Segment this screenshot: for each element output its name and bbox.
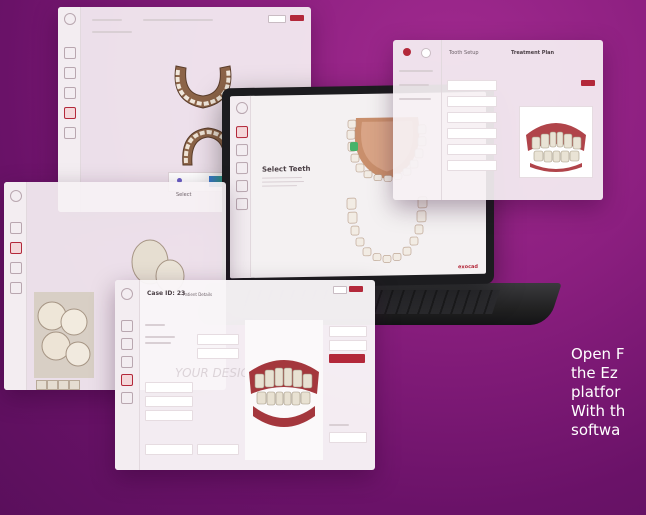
tool-icon-active[interactable] <box>10 242 22 254</box>
logo-icon <box>64 13 76 25</box>
option-column <box>197 324 241 464</box>
caption-line: platfor <box>571 383 621 401</box>
caption-line: softwa <box>571 421 621 439</box>
case-details-window: Case ID: 23 Patient Details YOUR DESIGN <box>115 280 375 470</box>
logo-icon <box>10 190 22 202</box>
model-view <box>245 320 323 460</box>
tool-icon[interactable] <box>236 143 248 157</box>
option-row[interactable] <box>197 334 239 345</box>
apply-button[interactable] <box>581 80 595 86</box>
list-item[interactable] <box>447 160 497 171</box>
form-column <box>145 324 195 464</box>
input-field[interactable] <box>145 396 193 407</box>
tool-icon[interactable] <box>10 262 22 274</box>
step-list: Tooth Setup <box>443 40 501 200</box>
profile-icon[interactable] <box>403 48 411 56</box>
option-row[interactable] <box>329 326 367 337</box>
list-item[interactable] <box>447 112 497 123</box>
menu-row[interactable] <box>399 70 433 72</box>
teeth-3d-model <box>249 360 319 427</box>
tool-icon[interactable] <box>121 392 133 404</box>
save-button[interactable] <box>349 286 363 292</box>
tool-icon-active[interactable] <box>64 107 76 119</box>
case-title: Case ID: 23 <box>147 290 186 297</box>
option-row[interactable] <box>329 432 367 443</box>
tool-icon[interactable] <box>236 161 248 175</box>
tool-rail <box>115 280 140 470</box>
tool-icon-active[interactable] <box>236 125 248 139</box>
option-row[interactable] <box>329 340 367 351</box>
logo-icon <box>121 288 133 300</box>
option-row-selected[interactable] <box>329 354 365 363</box>
panel-label: Tooth Setup <box>449 50 479 56</box>
treatment-plan-window: Tooth Setup Treatment Plan <box>393 40 603 200</box>
tool-icon[interactable] <box>121 356 133 368</box>
tool-icon-active[interactable] <box>121 374 133 386</box>
tool-icon[interactable] <box>64 47 76 59</box>
panel-title: Treatment Plan <box>511 50 555 56</box>
next-button[interactable] <box>290 15 304 21</box>
cancel-button[interactable] <box>333 286 347 294</box>
input-field[interactable] <box>145 382 193 393</box>
select-field[interactable] <box>197 444 239 455</box>
side-options <box>329 320 369 460</box>
instruction-text <box>262 180 304 183</box>
select-teeth-title: Select Teeth <box>262 164 311 174</box>
caption-line: the Ez <box>571 364 618 382</box>
list-item[interactable] <box>447 96 497 107</box>
tool-icon[interactable] <box>64 87 76 99</box>
toolbar-field[interactable] <box>92 31 132 33</box>
cancel-button[interactable] <box>268 15 286 23</box>
caption-line: Open F <box>571 345 625 363</box>
toolbar-field[interactable] <box>143 19 213 21</box>
menu-row[interactable] <box>399 98 431 100</box>
list-item[interactable] <box>447 144 497 155</box>
list-item[interactable] <box>447 128 497 139</box>
molar-image <box>37 301 91 367</box>
option-row[interactable] <box>197 348 239 359</box>
brand-label: exocad <box>458 263 478 271</box>
left-column <box>393 40 442 200</box>
tool-icon[interactable] <box>121 320 133 332</box>
tool-icon[interactable] <box>64 67 76 79</box>
settings-icon[interactable] <box>421 48 431 58</box>
toolbar-field[interactable] <box>92 19 122 21</box>
caption-line: With th <box>571 402 626 420</box>
menu-row[interactable] <box>399 84 429 86</box>
teeth-3d-model <box>526 123 586 172</box>
select-field[interactable] <box>145 444 193 455</box>
tool-icon[interactable] <box>10 282 22 294</box>
tool-rail <box>4 182 27 390</box>
laptop-tool-rail <box>230 95 251 279</box>
marketing-caption: Open F the Ez platfor With th softwa <box>571 345 646 440</box>
instruction-text <box>262 185 297 187</box>
tooth-closeup <box>34 292 94 378</box>
tool-icon[interactable] <box>64 127 76 139</box>
tool-icon[interactable] <box>236 179 248 193</box>
thumbnail-strip <box>36 380 86 390</box>
input-field[interactable] <box>145 410 193 421</box>
tool-icon[interactable] <box>10 222 22 234</box>
dropdown-label[interactable]: Select <box>176 192 191 198</box>
tool-icon[interactable] <box>236 197 248 211</box>
logo-icon <box>236 101 248 115</box>
list-item[interactable] <box>447 80 497 91</box>
tool-icon[interactable] <box>121 338 133 350</box>
tooth-view <box>519 106 593 178</box>
instruction-text <box>262 176 302 179</box>
case-subtitle: Patient Details <box>183 292 213 297</box>
